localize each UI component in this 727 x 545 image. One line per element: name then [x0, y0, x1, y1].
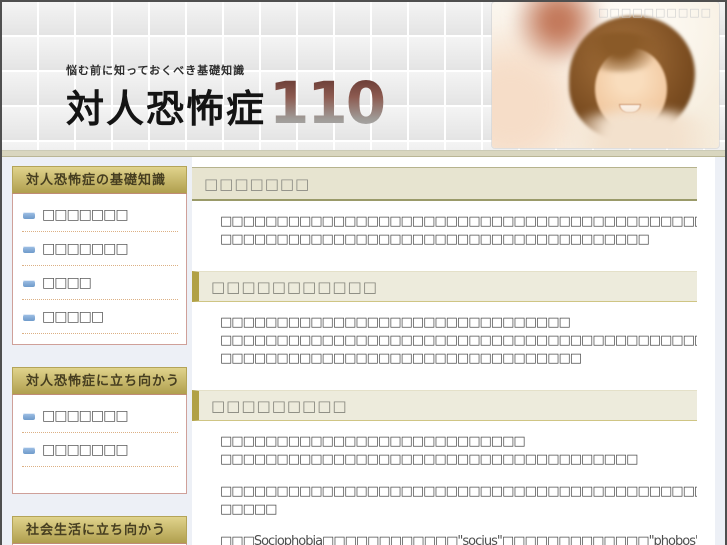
text-line: □□□Sociophobia□□□□□□□□□□□□"socius"□□□□□□…	[220, 534, 697, 545]
sidebar-menu: □□□□□□□ □□□□□□□	[12, 395, 187, 494]
text-line: □□□□□□□□□□□□□□□□□□□□□□□□□□□□□□□□□□□□□□□□…	[220, 333, 697, 348]
section-paragraph: □□□□□□□□□□□□□□□□□□□□□□□□□□□□□□□□□□□□□□□□…	[220, 483, 697, 519]
sidebar-section-title: 対人恐怖症に立ち向かう	[12, 367, 187, 395]
sidebar-item-label: □□□□□	[42, 309, 104, 325]
text-line: □□□□□□□□□□□□□□□□□□□□□□□□□□□□□□□	[220, 315, 571, 330]
header-divider	[2, 150, 725, 157]
bullet-icon	[23, 211, 35, 219]
bullet-icon	[23, 412, 35, 420]
intro-paragraph: □□□□□□□□□□□□□□□□□□□□□□□□□□□□□□□□□□□□□□□□…	[220, 213, 697, 249]
sidebar-item[interactable]: □□□□□	[22, 300, 178, 334]
sidebar-item[interactable]: □□□□□□□	[22, 399, 178, 433]
text-line: □□□□□□□□□□□□□□□□□□□□□□□□□□□□□□□□□□□□□□□□…	[220, 214, 697, 229]
sidebar-item-label: □□□□□□□	[42, 207, 129, 223]
text-line: □□□□□□□□□□□□□□□□□□□□□□□□□□□□□□□□□□□□□	[220, 452, 638, 467]
photo-woman-fringe	[577, 32, 663, 72]
text-line: □□□□□□□□□□□□□□□□□□□□□□□□□□□□□□□□□□□□□□	[220, 232, 650, 247]
page-title: □□□□□□□	[192, 167, 697, 201]
top-utility-nav[interactable]: □□□□□□□□□□	[598, 6, 712, 19]
bullet-icon	[23, 245, 35, 253]
sidebar-menu: □□□□□□□ □□□□□□□ □□□□ □□□□□	[12, 194, 187, 345]
section-heading: □□□□□□□□□	[192, 390, 697, 421]
main-content: □□□□□□□ □□□□□□□□□□□□□□□□□□□□□□□□□□□□□□□□…	[192, 157, 715, 545]
text-line: □□□□□□□□□□□□□□□□□□□□□□□□□□□□□□□□□□□□□□□□…	[220, 484, 697, 499]
site-title: 対人恐怖症	[66, 86, 267, 131]
sidebar-section-title: 社会生活に立ち向かう	[12, 516, 187, 544]
sidebar-item-label: □□□□□□□	[42, 442, 129, 458]
sidebar-section-title: 対人恐怖症の基礎知識	[12, 166, 187, 194]
site-title-number: 110	[269, 69, 386, 137]
text-line: □□□□□□□□□□□□□□□□□□□□□□□□□□□□□□□□	[220, 351, 582, 366]
sidebar-item[interactable]: □□□□	[22, 266, 178, 300]
page: □□□□□□□□□□ 悩む前に知っておくべき基礎知識 対人恐怖症 110 □□□…	[0, 0, 727, 545]
sidebar-section-basics: 対人恐怖症の基礎知識 □□□□□□□ □□□□□□□ □□□□ □□□□□	[12, 166, 187, 345]
sidebar-item[interactable]: □□□□□□□	[22, 232, 178, 266]
section-paragraph: □□□Sociophobia□□□□□□□□□□□□"socius"□□□□□□…	[220, 533, 697, 545]
text-line: □□□□□	[220, 502, 277, 517]
sidebar-item-label: □□□□□□□	[42, 408, 129, 424]
section-paragraph: □□□□□□□□□□□□□□□□□□□□□□□□□□□ □□□□□□□□□□□□…	[220, 433, 697, 469]
site-header: □□□□□□□□□□ 悩む前に知っておくべき基礎知識 対人恐怖症 110	[2, 2, 725, 150]
sidebar-item[interactable]: □□□□□□□	[22, 198, 178, 232]
bullet-icon	[23, 313, 35, 321]
header-photo	[491, 2, 720, 149]
sidebar-item-label: □□□□□□□	[42, 241, 129, 257]
sidebar: 対人恐怖症の基礎知識 □□□□□□□ □□□□□□□ □□□□ □□□□□ 対人…	[12, 166, 187, 545]
sidebar-section-coping: 対人恐怖症に立ち向かう □□□□□□□ □□□□□□□	[12, 367, 187, 494]
body-area: □□□□□□□ □□□□□□□□□□□□□□□□□□□□□□□□□□□□□□□□…	[2, 157, 725, 545]
sidebar-item[interactable]: □□□□□□□	[22, 433, 178, 467]
sidebar-item-label: □□□□	[42, 275, 92, 291]
section-heading: □□□□□□□□□□□	[192, 271, 697, 302]
section-paragraph: □□□□□□□□□□□□□□□□□□□□□□□□□□□□□□□ □□□□□□□□…	[220, 314, 697, 368]
bullet-icon	[23, 446, 35, 454]
text-line: □□□□□□□□□□□□□□□□□□□□□□□□□□□	[220, 434, 526, 449]
sidebar-section-social-life: 社会生活に立ち向かう □□□□□□□ □□□□□□□	[12, 516, 187, 545]
site-logo[interactable]: 悩む前に知っておくべき基礎知識 対人恐怖症 110	[66, 62, 386, 137]
bullet-icon	[23, 279, 35, 287]
